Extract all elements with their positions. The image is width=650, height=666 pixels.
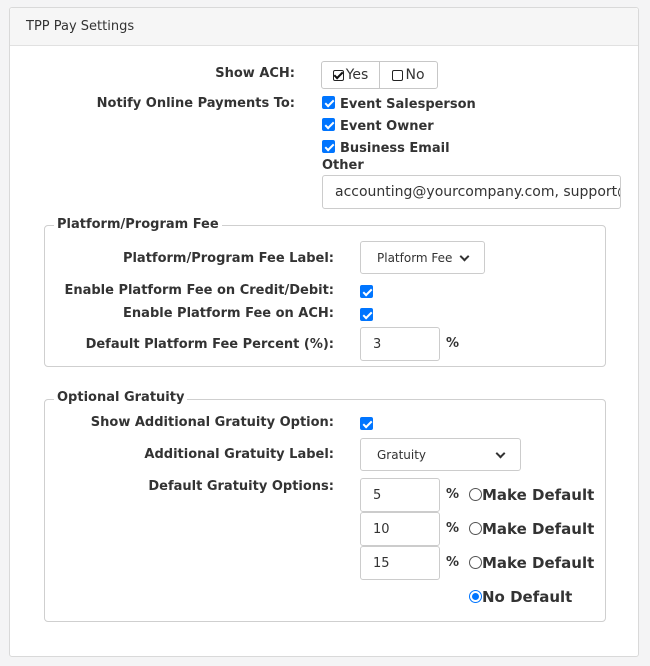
gratuity-option-2-radio-label: Make Default	[482, 520, 595, 538]
show-ach-yes-label: Yes	[345, 67, 369, 83]
chevron-down-icon	[495, 448, 506, 458]
enable-ach-checkbox[interactable]	[360, 308, 373, 321]
notify-salesperson-checkbox[interactable]	[322, 96, 335, 109]
notify-owner-checkbox[interactable]	[322, 118, 335, 131]
enable-credit-label: Enable Platform Fee on Credit/Debit:	[64, 283, 334, 298]
checkbox-unchecked-icon	[392, 69, 404, 81]
show-ach-no-label: No	[405, 67, 425, 83]
notify-owner-label: Event Owner	[340, 119, 434, 134]
show-gratuity-checkbox[interactable]	[360, 417, 373, 430]
gratuity-option-3-input[interactable]: 15	[360, 546, 440, 580]
no-default-label: No Default	[482, 588, 573, 606]
checkbox-checked-icon	[332, 69, 344, 81]
other-label: Other	[322, 158, 364, 173]
show-ach-toggle: Yes No	[321, 61, 438, 89]
gratuity-label-label: Additional Gratuity Label:	[144, 447, 334, 462]
notify-business-email-label: Business Email	[340, 141, 450, 156]
gratuity-option-3-unit: %	[446, 555, 460, 570]
notify-business-email-checkbox[interactable]	[322, 140, 335, 153]
gratuity-option-1-input[interactable]: 5	[360, 478, 440, 512]
show-gratuity-label: Show Additional Gratuity Option:	[90, 415, 334, 430]
panel-title: TPP Pay Settings	[10, 8, 638, 46]
gratuity-option-2-radio[interactable]	[469, 522, 482, 535]
fee-percent-input[interactable]: 3	[360, 327, 440, 361]
gratuity-option-1-unit: %	[446, 487, 460, 502]
show-ach-label: Show ACH:	[215, 66, 295, 81]
fee-percent-label: Default Platform Fee Percent (%):	[85, 337, 334, 352]
platform-fee-label-select[interactable]: Platform Fee	[360, 241, 485, 274]
chevron-down-icon	[459, 251, 470, 261]
notify-label: Notify Online Payments To:	[96, 96, 295, 111]
gratuity-option-3-radio[interactable]	[469, 556, 482, 569]
notify-salesperson-label: Event Salesperson	[340, 97, 476, 112]
show-ach-yes-button[interactable]: Yes	[322, 62, 379, 88]
no-default-radio[interactable]	[469, 590, 482, 603]
platform-fee-label-label: Platform/Program Fee Label:	[122, 251, 334, 266]
show-ach-no-button[interactable]: No	[379, 62, 437, 88]
default-gratuity-label: Default Gratuity Options:	[148, 479, 334, 494]
gratuity-legend: Optional Gratuity	[54, 390, 188, 405]
enable-ach-label: Enable Platform Fee on ACH:	[123, 306, 334, 321]
gratuity-option-2-unit: %	[446, 521, 460, 536]
enable-credit-checkbox[interactable]	[360, 285, 373, 298]
gratuity-option-2-input[interactable]: 10	[360, 512, 440, 546]
gratuity-label-select[interactable]: Gratuity	[360, 438, 521, 471]
gratuity-option-1-radio-label: Make Default	[482, 486, 595, 504]
gratuity-option-1-radio[interactable]	[469, 488, 482, 501]
platform-fee-label-value: Platform Fee	[377, 250, 453, 265]
other-email-input[interactable]: accounting@yourcompany.com, support@your…	[322, 175, 621, 209]
fee-percent-unit: %	[446, 336, 460, 351]
platform-fee-legend: Platform/Program Fee	[54, 217, 222, 232]
gratuity-option-3-radio-label: Make Default	[482, 554, 595, 572]
gratuity-label-value: Gratuity	[377, 447, 427, 462]
